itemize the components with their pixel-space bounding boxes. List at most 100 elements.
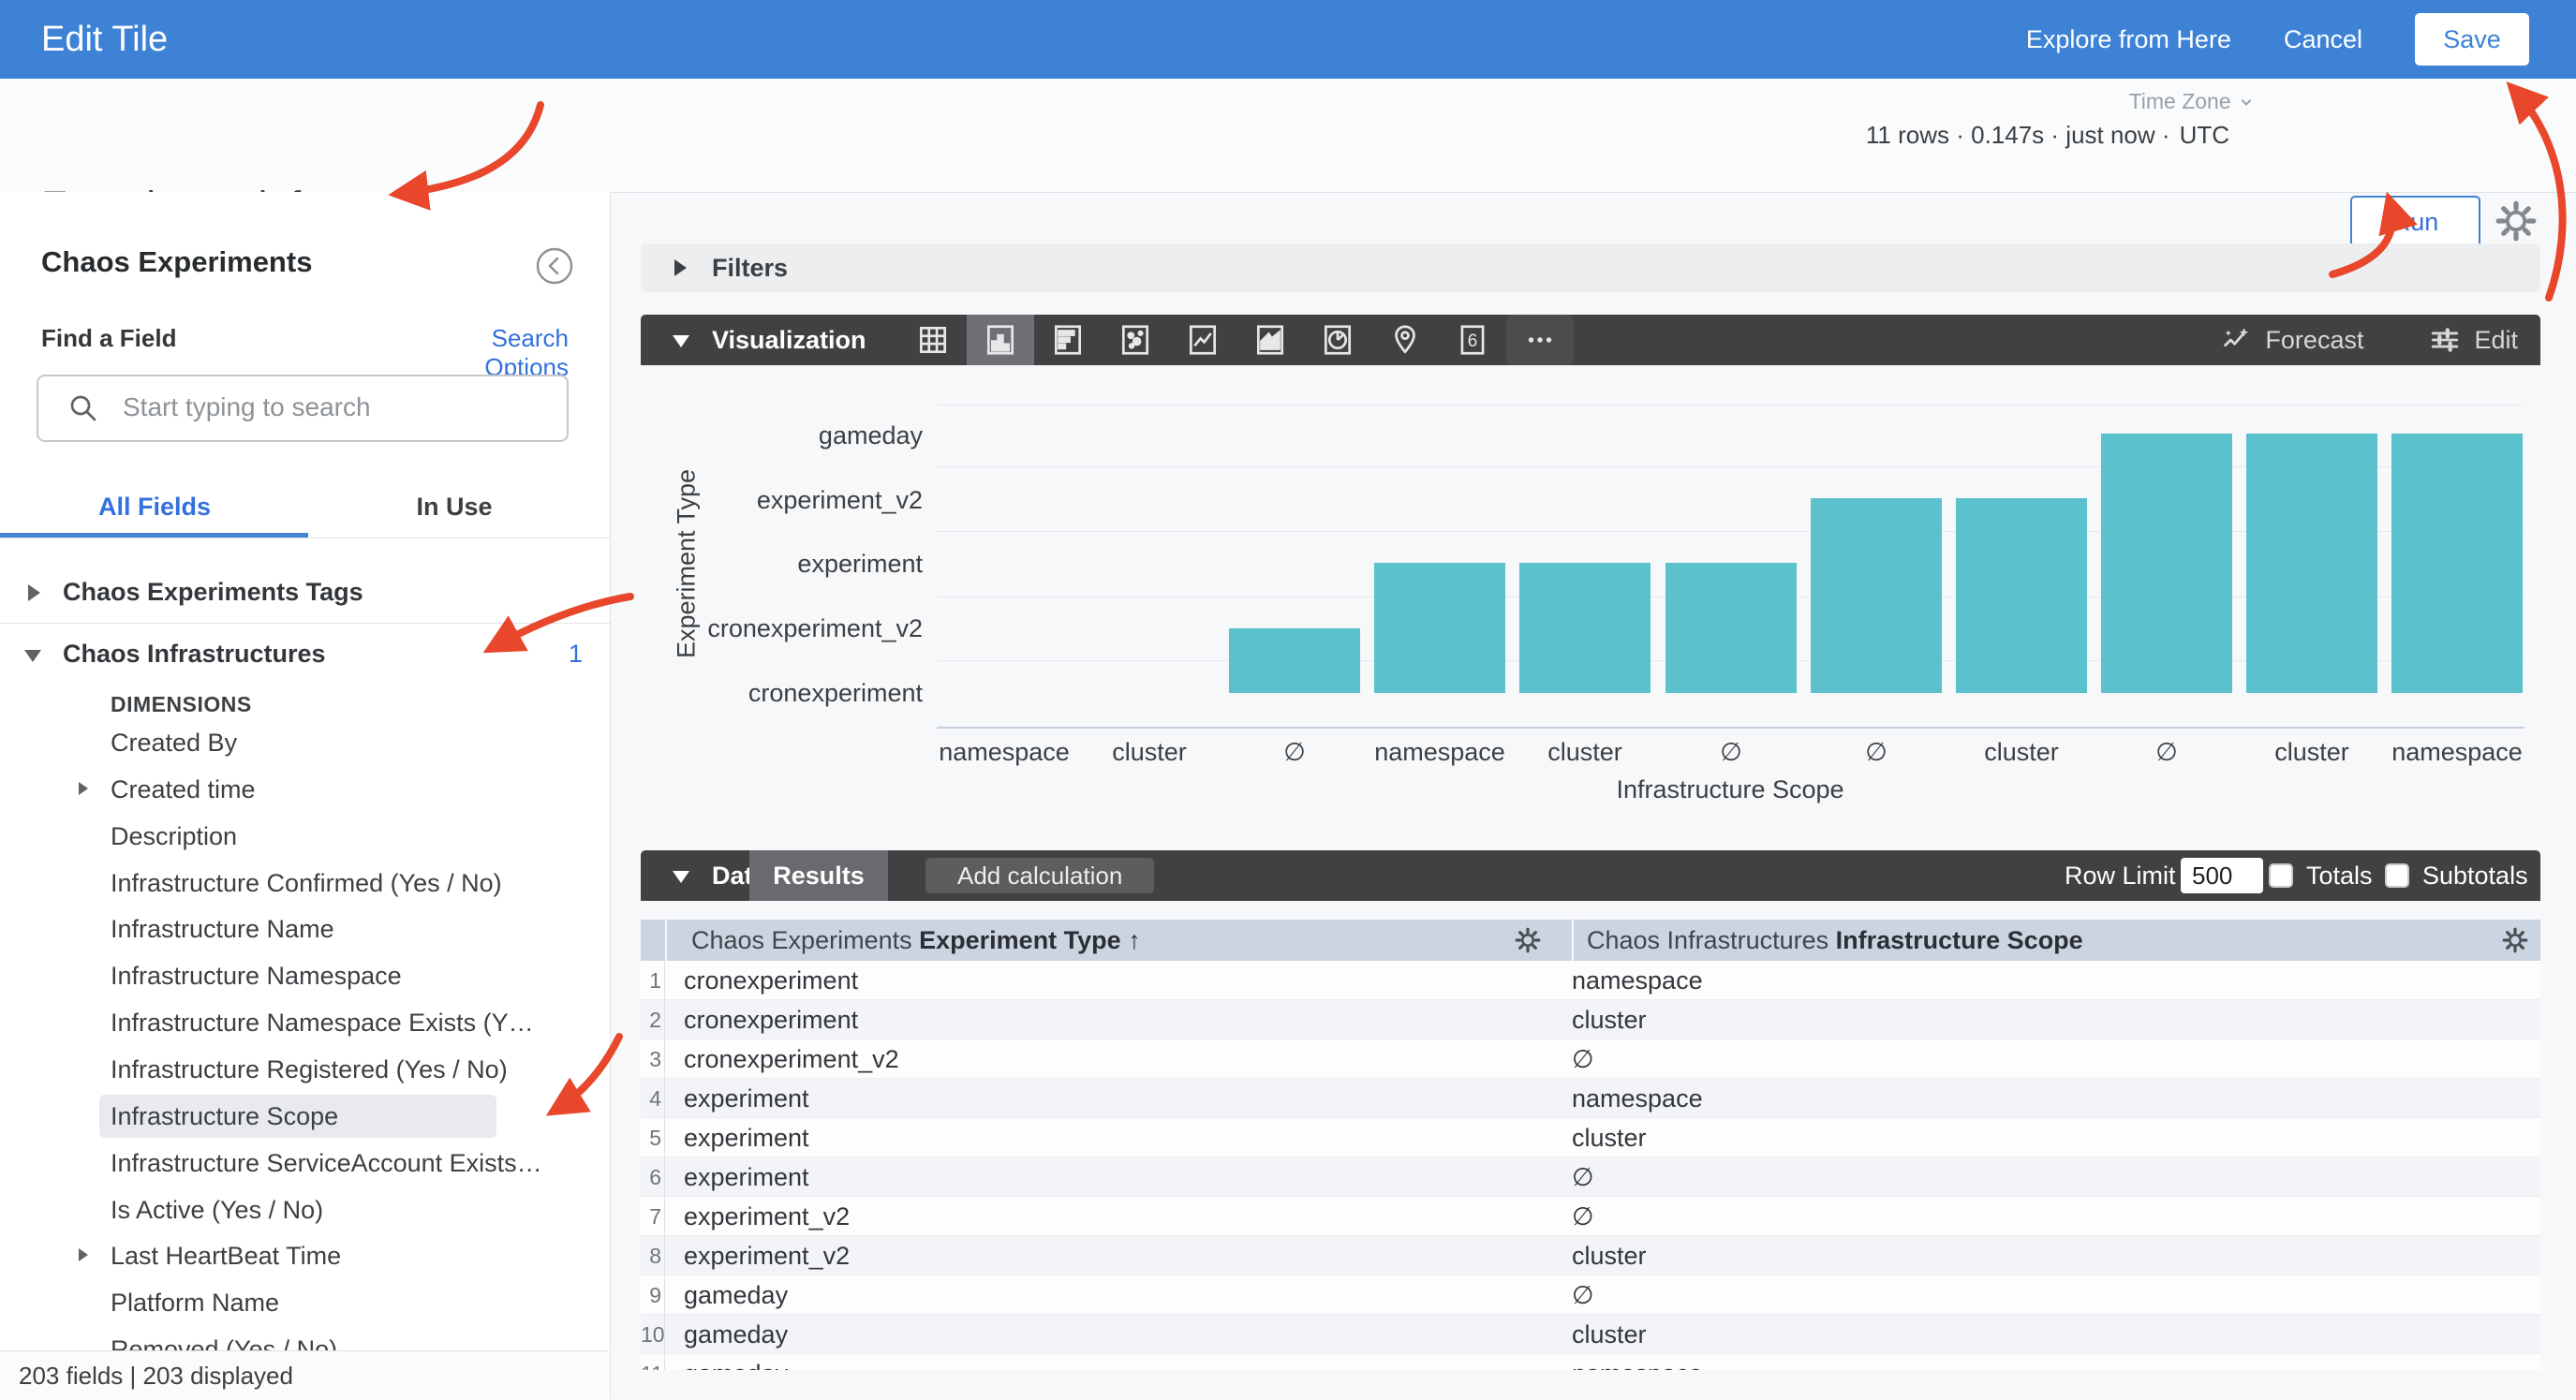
viz-type-picker: 6 <box>899 315 1574 365</box>
column-gear-icon[interactable] <box>1514 926 1542 954</box>
visualization-section-header[interactable]: Visualization 6 Forecast Edit <box>641 315 2540 365</box>
field-item-created-by[interactable]: Created By <box>0 719 609 766</box>
totals-checkbox[interactable] <box>2269 863 2293 888</box>
table-row[interactable]: 10gamedaycluster <box>641 1315 2540 1354</box>
caret-right-icon <box>79 782 88 795</box>
bar-gameday-∅[interactable] <box>2101 434 2232 693</box>
sliders-icon <box>2429 324 2461 356</box>
collapse-sidebar-icon[interactable] <box>535 246 574 286</box>
filters-label: Filters <box>712 243 788 292</box>
table-row[interactable]: 4experimentnamespace <box>641 1079 2540 1118</box>
timezone-dropdown[interactable]: Time Zone <box>2129 89 2256 114</box>
table-row[interactable]: 5experimentcluster <box>641 1118 2540 1157</box>
query-stats: 11 rows · 0.147s · just now · Time Zone … <box>1866 79 2229 192</box>
column-header-infrastructure-scope[interactable]: Chaos Infrastructures Infrastructure Sco… <box>1572 920 2083 961</box>
forecast-button[interactable]: Forecast <box>2220 324 2363 356</box>
results-tab[interactable]: Results <box>749 850 888 901</box>
sort-asc-arrow: ↑ <box>1128 926 1141 954</box>
viz-type-map-pin-icon[interactable] <box>1371 315 1439 365</box>
field-item-infrastructure-namespace[interactable]: Infrastructure Namespace <box>0 952 609 999</box>
bar-experiment-∅[interactable] <box>1666 563 1797 693</box>
subtotals-checkbox[interactable] <box>2385 863 2409 888</box>
timezone-value: UTC <box>2180 121 2229 149</box>
svg-text:6: 6 <box>1468 332 1478 351</box>
bar-experiment_v2-cluster[interactable] <box>1956 498 2087 693</box>
field-item-infrastructure-serviceaccount-exists[interactable]: Infrastructure ServiceAccount Exists… <box>0 1140 609 1186</box>
explore-from-here-link[interactable]: Explore from Here <box>2026 25 2231 54</box>
bar-gameday-cluster[interactable] <box>2246 434 2377 693</box>
caret-right-icon <box>79 1248 88 1261</box>
search-options-link[interactable]: Search Options <box>403 324 569 382</box>
sparkle-icon <box>2220 324 2252 356</box>
cell-infrastructure-scope: namespace <box>1572 961 1703 1000</box>
viz-type-pie-chart-icon[interactable] <box>1304 315 1371 365</box>
column-gear-icon[interactable] <box>2501 926 2529 954</box>
chevron-down-icon <box>2237 93 2256 111</box>
query-settings-gear-icon[interactable] <box>2494 199 2539 243</box>
cancel-button[interactable]: Cancel <box>2284 25 2362 54</box>
cell-infrastructure-scope: cluster <box>1572 1000 1647 1039</box>
field-item-last-heartbeat-time[interactable]: Last HeartBeat Time <box>0 1232 609 1279</box>
table-row[interactable]: 8experiment_v2cluster <box>641 1236 2540 1275</box>
table-row[interactable]: 3cronexperiment_v2∅ <box>641 1039 2540 1079</box>
table-row[interactable]: 6experiment∅ <box>641 1157 2540 1197</box>
viz-type-column-chart-icon[interactable] <box>967 315 1034 365</box>
table-row[interactable]: 2cronexperimentcluster <box>641 1000 2540 1039</box>
filters-section-header[interactable]: Filters <box>641 243 2540 292</box>
table-row[interactable]: 9gameday∅ <box>641 1275 2540 1315</box>
cell-experiment-type: experiment <box>684 1118 809 1157</box>
cell-experiment-type: experiment_v2 <box>684 1236 850 1275</box>
cell-infrastructure-scope: namespace <box>1572 1079 1703 1118</box>
bar-cronexperiment_v2-∅[interactable] <box>1229 628 1360 693</box>
field-item-infrastructure-confirmed-yes-no[interactable]: Infrastructure Confirmed (Yes / No) <box>0 860 609 906</box>
add-calculation-button[interactable]: Add calculation <box>925 858 1154 893</box>
table-row[interactable]: 1cronexperimentnamespace <box>641 961 2540 1000</box>
tab-all-fields[interactable]: All Fields <box>89 493 220 534</box>
bar-experiment-cluster[interactable] <box>1519 563 1651 693</box>
bar-gameday-namespace[interactable] <box>2391 434 2523 693</box>
cell-infrastructure-scope: cluster <box>1572 1118 1647 1157</box>
results-table-header: Chaos Experiments Experiment Type ↑ Chao… <box>641 920 2540 961</box>
run-button[interactable]: Run <box>2350 196 2480 248</box>
caret-right-icon <box>674 259 687 276</box>
field-item-platform-name[interactable]: Platform Name <box>0 1279 609 1326</box>
field-item-removed-yes-no[interactable]: Removed (Yes / No) <box>0 1326 609 1350</box>
field-item-description[interactable]: Description <box>0 813 609 860</box>
column-header-experiment-type[interactable]: Chaos Experiments Experiment Type ↑ <box>691 920 1141 961</box>
caret-down-icon <box>24 650 41 662</box>
save-button[interactable]: Save <box>2415 13 2529 66</box>
field-item-is-active-yes-no[interactable]: Is Active (Yes / No) <box>0 1186 609 1233</box>
field-item-infrastructure-namespace-exists-y[interactable]: Infrastructure Namespace Exists (Y… <box>0 999 609 1046</box>
cell-experiment-type: cronexperiment <box>684 1000 858 1039</box>
table-row[interactable]: 11gamedaynamespace <box>641 1354 2540 1370</box>
edit-viz-button[interactable]: Edit <box>2429 324 2518 356</box>
tab-in-use[interactable]: In Use <box>393 493 515 534</box>
viz-type-table-icon[interactable] <box>899 315 967 365</box>
field-count-text: 203 fields | 203 displayed <box>19 1351 293 1400</box>
bar-experiment_v2-∅[interactable] <box>1811 498 1942 693</box>
field-item-infrastructure-scope[interactable]: Infrastructure Scope <box>0 1093 609 1140</box>
sidebar-group-chaos-infrastructures[interactable]: Chaos Infrastructures 1 <box>0 624 610 685</box>
field-item-infrastructure-registered-yes-no[interactable]: Infrastructure Registered (Yes / No) <box>0 1046 609 1093</box>
viz-type-area-chart-icon[interactable] <box>1236 315 1304 365</box>
cell-infrastructure-scope: ∅ <box>1572 1039 1594 1079</box>
table-row[interactable]: 7experiment_v2∅ <box>641 1197 2540 1236</box>
viz-type-line-chart-icon[interactable] <box>1169 315 1236 365</box>
viz-type-scatter-chart-icon[interactable] <box>1102 315 1169 365</box>
row-limit-input[interactable] <box>2181 858 2263 893</box>
field-search-input[interactable] <box>121 378 555 436</box>
x-tick-label: cluster <box>1076 736 1222 768</box>
field-search-box <box>37 375 569 442</box>
cell-experiment-type: experiment <box>684 1079 809 1118</box>
viz-type-more-icon[interactable] <box>1506 315 1574 365</box>
cell-experiment-type: experiment <box>684 1157 809 1197</box>
field-item-infrastructure-name[interactable]: Infrastructure Name <box>0 906 609 952</box>
viz-type-bar-chart-icon[interactable] <box>1034 315 1102 365</box>
cell-infrastructure-scope: ∅ <box>1572 1157 1594 1197</box>
viz-type-single-value-icon[interactable]: 6 <box>1439 315 1506 365</box>
field-item-created-time[interactable]: Created time <box>0 766 609 813</box>
cell-experiment-type: gameday <box>684 1354 788 1370</box>
sidebar-group-chaos-experiments-tags[interactable]: Chaos Experiments Tags <box>0 562 610 623</box>
bar-experiment-namespace[interactable] <box>1374 563 1505 693</box>
data-section-header[interactable]: Data Results Add calculation Row Limit T… <box>641 850 2540 901</box>
